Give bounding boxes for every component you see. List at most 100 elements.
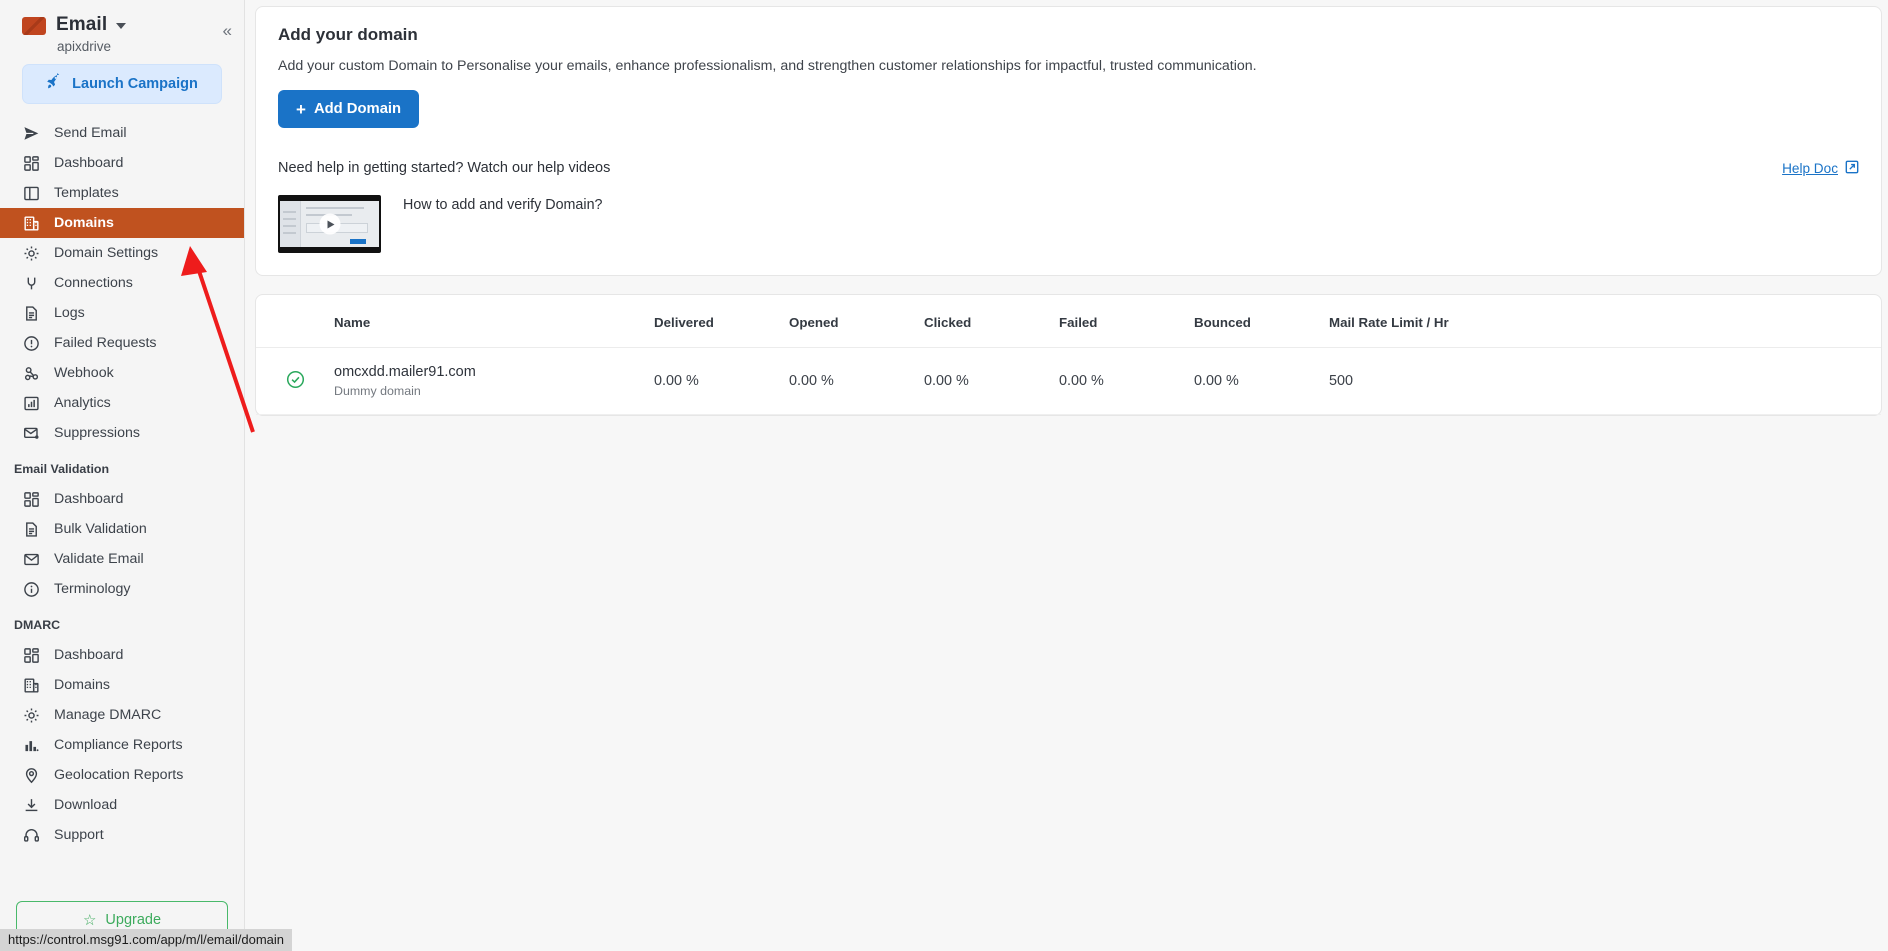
help-doc-link[interactable]: Help Doc	[1782, 160, 1859, 177]
sidebar-section-dmarc: DMARC	[14, 618, 61, 632]
add-domain-card: Add your domain Add your custom Domain t…	[255, 6, 1882, 276]
page-title: Add your domain	[278, 25, 418, 44]
sidebar-item-label: Connections	[54, 275, 133, 291]
add-domain-button[interactable]: + Add Domain	[278, 90, 420, 128]
star-icon: ☆	[82, 912, 97, 929]
sidebar-section-email-validation: Email Validation	[14, 462, 110, 476]
domains-table-card: Name Delivered Opened Clicked Failed Bou…	[255, 294, 1882, 416]
sidebar-item-validate-email[interactable]: Validate Email	[0, 544, 244, 574]
sidebar-item-domains[interactable]: Domains	[0, 208, 244, 238]
envelope-icon	[22, 550, 40, 568]
video-title: How to add and verify Domain?	[403, 197, 603, 213]
sidebar-item-label: Domains	[54, 677, 110, 693]
workspace-switcher[interactable]: Email	[56, 14, 127, 36]
cell-opened: 0.00 %	[789, 347, 924, 415]
table-header: Name Delivered Opened Clicked Failed Bou…	[256, 295, 1881, 348]
row-status-cell	[256, 347, 334, 415]
building-icon	[22, 676, 40, 694]
upgrade-label: Upgrade	[105, 912, 162, 928]
th-opened: Opened	[789, 295, 924, 348]
sidebar-item-label: Templates	[54, 185, 119, 201]
bar-chart-icon	[22, 736, 40, 754]
verified-check-icon	[286, 370, 305, 393]
sidebar-item-domains[interactable]: Domains	[0, 670, 244, 700]
launch-campaign-button[interactable]: Launch Campaign	[22, 64, 222, 104]
rocket-icon	[45, 72, 64, 95]
chevron-down-icon[interactable]	[116, 23, 127, 29]
sidebar-item-suppressions[interactable]: Suppressions	[0, 418, 244, 448]
sidebar-item-connections[interactable]: Connections	[0, 268, 244, 298]
play-icon[interactable]	[319, 213, 340, 235]
mail-block-icon	[22, 424, 40, 442]
sidebar-item-label: Geolocation Reports	[54, 767, 184, 783]
headset-icon	[22, 826, 40, 844]
domain-subtitle: Dummy domain	[334, 384, 421, 398]
webhook-icon	[22, 364, 40, 382]
cell-clicked: 0.00 %	[924, 347, 1059, 415]
domains-table: Name Delivered Opened Clicked Failed Bou…	[256, 295, 1881, 415]
table-row[interactable]: omcxdd.mailer91.com Dummy domain 0.00 % …	[256, 347, 1881, 415]
info-circle-icon	[22, 580, 40, 598]
sidebar-item-compliance-reports[interactable]: Compliance Reports	[0, 730, 244, 760]
sidebar-item-label: Logs	[54, 305, 85, 321]
sidebar-item-analytics[interactable]: Analytics	[0, 388, 244, 418]
sidebar-item-label: Bulk Validation	[54, 521, 147, 537]
sidebar-item-dashboard[interactable]: Dashboard	[0, 484, 244, 514]
cell-delivered: 0.00 %	[654, 347, 789, 415]
sidebar-item-dashboard[interactable]: Dashboard	[0, 640, 244, 670]
th-delivered: Delivered	[654, 295, 789, 348]
sidebar-item-support[interactable]: Support	[0, 820, 244, 850]
mail-icon	[22, 17, 46, 35]
sidebar-item-logs[interactable]: Logs	[0, 298, 244, 328]
sidebar-item-label: Webhook	[54, 365, 114, 381]
th-name: Name	[334, 295, 654, 348]
plug-icon	[22, 274, 40, 292]
sidebar-item-dashboard[interactable]: Dashboard	[0, 148, 244, 178]
sidebar-item-label: Send Email	[54, 125, 127, 141]
map-pin-icon	[22, 766, 40, 784]
sidebar-item-geolocation-reports[interactable]: Geolocation Reports	[0, 760, 244, 790]
document-icon	[22, 304, 40, 322]
building-icon	[22, 214, 40, 232]
sidebar-item-webhook[interactable]: Webhook	[0, 358, 244, 388]
sidebar-item-send-email[interactable]: Send Email	[0, 118, 244, 148]
alert-circle-icon	[22, 334, 40, 352]
main-content: Add your domain Add your custom Domain t…	[245, 0, 1888, 951]
help-video-item[interactable]: How to add and verify Domain?	[278, 195, 1859, 253]
download-icon	[22, 796, 40, 814]
analytics-icon	[22, 394, 40, 412]
sidebar-item-domain-settings[interactable]: Domain Settings	[0, 238, 244, 268]
video-thumbnail[interactable]	[278, 195, 381, 253]
sidebar-item-manage-dmarc[interactable]: Manage DMARC	[0, 700, 244, 730]
brand-header: Email apixdrive «	[0, 0, 244, 54]
row-name-cell: omcxdd.mailer91.com Dummy domain	[334, 347, 654, 415]
dashboard-icon	[22, 154, 40, 172]
sidebar-item-label: Validate Email	[54, 551, 144, 567]
table-body: omcxdd.mailer91.com Dummy domain 0.00 % …	[256, 347, 1881, 415]
account-name: apixdrive	[57, 39, 112, 54]
cell-failed: 0.00 %	[1059, 347, 1194, 415]
sidebar-item-download[interactable]: Download	[0, 790, 244, 820]
help-doc-label: Help Doc	[1782, 161, 1838, 176]
status-bar-url: https://control.msg91.com/app/m/l/email/…	[0, 929, 293, 951]
external-link-icon	[1845, 160, 1859, 177]
sidebar: Email apixdrive « Launch Campaign Send E…	[0, 0, 245, 951]
dashboard-icon	[22, 490, 40, 508]
table-header-row: Name Delivered Opened Clicked Failed Bou…	[256, 295, 1881, 348]
sidebar-item-label: Suppressions	[54, 425, 140, 441]
sidebar-item-failed-requests[interactable]: Failed Requests	[0, 328, 244, 358]
dashboard-icon	[22, 646, 40, 664]
sidebar-item-label: Failed Requests	[54, 335, 157, 351]
gear-icon	[22, 706, 40, 724]
sidebar-item-bulk-validation[interactable]: Bulk Validation	[0, 514, 244, 544]
collapse-sidebar-icon[interactable]: «	[223, 22, 232, 39]
sidebar-item-label: Manage DMARC	[54, 707, 162, 723]
document-icon	[22, 520, 40, 538]
brand-title: Email	[56, 14, 108, 35]
th-bounced: Bounced	[1194, 295, 1329, 348]
sidebar-item-templates[interactable]: Templates	[0, 178, 244, 208]
sidebar-item-terminology[interactable]: Terminology	[0, 574, 244, 604]
cell-mail-rate-limit: 500	[1329, 347, 1881, 415]
sidebar-item-label: Dashboard	[54, 491, 124, 507]
sidebar-item-label: Analytics	[54, 395, 111, 411]
